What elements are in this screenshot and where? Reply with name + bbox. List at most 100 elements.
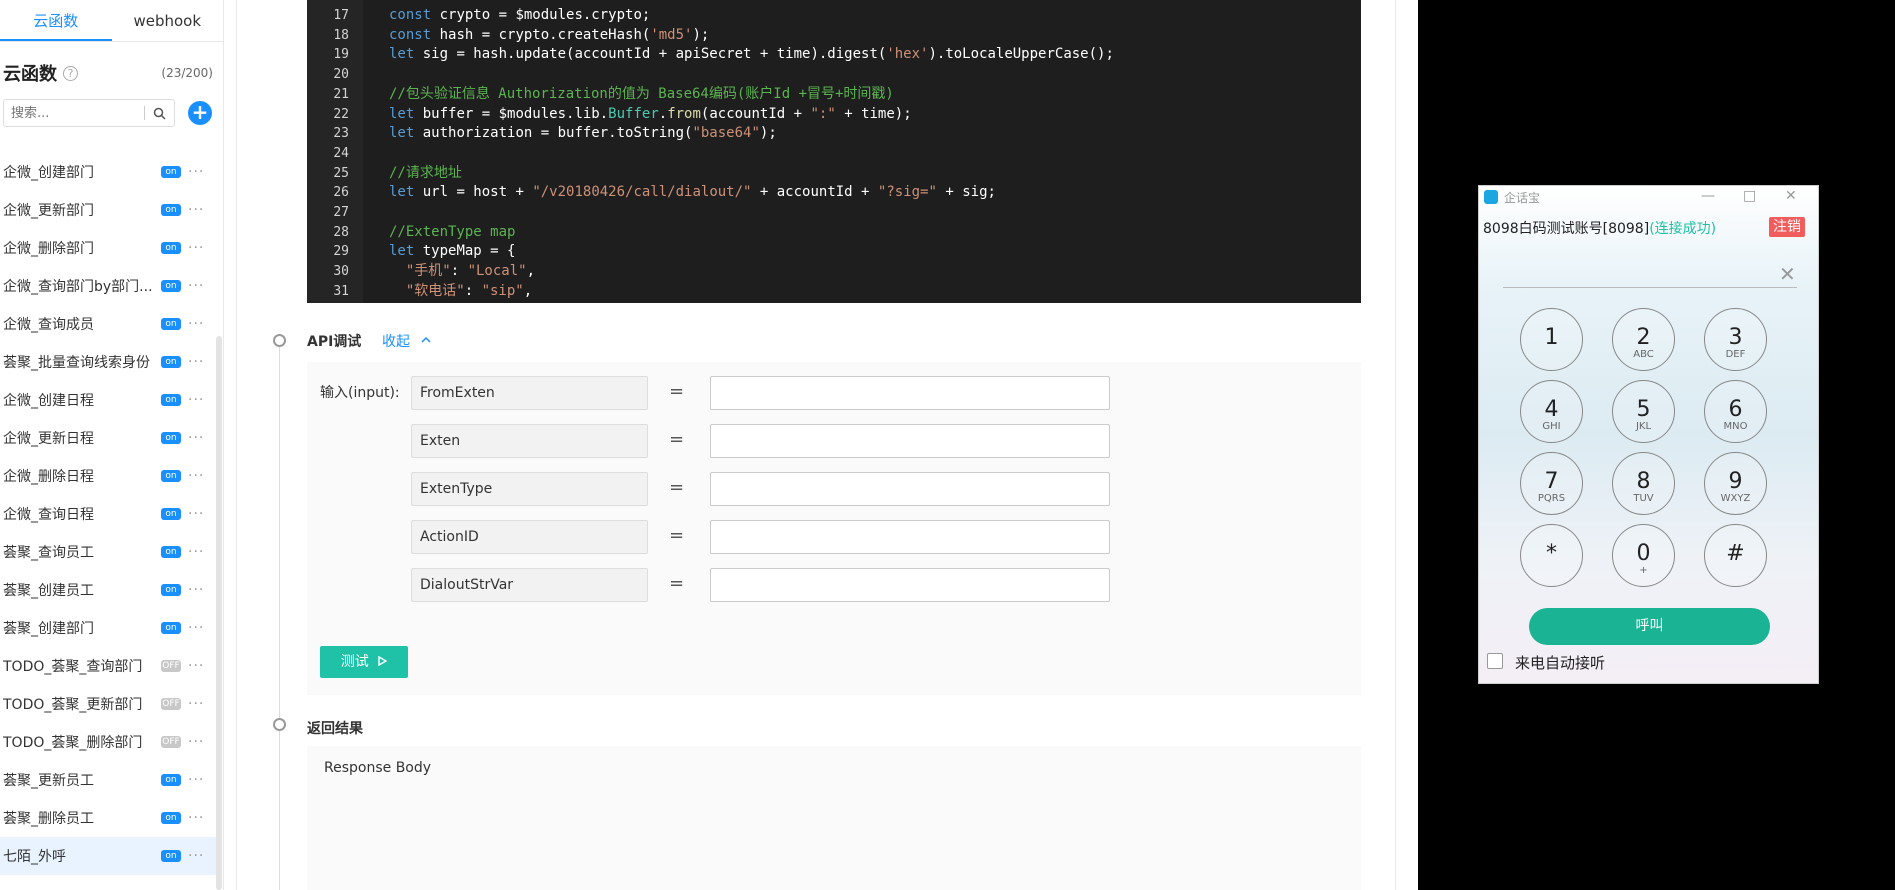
key-digit: 2 — [1636, 325, 1651, 350]
more-icon[interactable]: ··· — [188, 506, 204, 522]
help-icon[interactable]: ? — [63, 65, 78, 81]
more-icon[interactable]: ··· — [188, 734, 204, 750]
code-text: //ExtenType map — [389, 223, 516, 240]
list-item[interactable]: 荟聚_更新员工 on ··· — [0, 761, 216, 799]
close-icon[interactable]: ✕ — [1785, 188, 1797, 204]
list-item[interactable]: 七陌_外呼 on ··· — [0, 837, 216, 875]
list-item[interactable]: 荟聚_批量查询线索身份 on ··· — [0, 343, 216, 381]
list-item[interactable]: 荟聚_删除员工 on ··· — [0, 799, 216, 837]
list-item[interactable]: 企微_更新部门 on ··· — [0, 191, 216, 229]
list-item-label: 企微_创建日程 — [3, 393, 94, 409]
param-value-input[interactable] — [710, 472, 1110, 506]
more-icon[interactable]: ··· — [188, 582, 204, 598]
list-item[interactable]: TODO_荟聚_更新部门 OFF ··· — [0, 685, 216, 723]
more-icon[interactable]: ··· — [188, 240, 204, 256]
param-value-input[interactable] — [710, 376, 1110, 410]
list-item[interactable]: 企微_删除日程 on ··· — [0, 457, 216, 495]
key-5[interactable]: 5 JKL — [1612, 380, 1675, 443]
param-value-input[interactable] — [710, 568, 1110, 602]
more-icon[interactable]: ··· — [188, 354, 204, 370]
status-badge[interactable]: on — [161, 470, 181, 482]
maximize-icon[interactable]: □ — [1743, 188, 1756, 204]
status-badge[interactable]: on — [161, 242, 181, 254]
more-icon[interactable]: ··· — [188, 164, 204, 180]
test-button[interactable]: 测试 — [320, 646, 408, 678]
key-star[interactable]: * — [1520, 524, 1583, 587]
param-value-input[interactable] — [710, 520, 1110, 554]
key-1[interactable]: 1 — [1520, 308, 1583, 371]
key-2[interactable]: 2 ABC — [1612, 308, 1675, 371]
logout-button[interactable]: 注销 — [1769, 217, 1805, 237]
list-item[interactable]: 企微_查询部门by部门... on ··· — [0, 267, 216, 305]
status-badge[interactable]: OFF — [161, 698, 181, 710]
more-icon[interactable]: ··· — [188, 468, 204, 484]
key-6[interactable]: 6 MNO — [1704, 380, 1767, 443]
list-item[interactable]: 荟聚_创建员工 on ··· — [0, 571, 216, 609]
status-badge[interactable]: on — [161, 394, 181, 406]
clear-icon[interactable]: ✕ — [1779, 262, 1796, 286]
key-0[interactable]: 0 + — [1612, 524, 1675, 587]
status-badge[interactable]: on — [161, 546, 181, 558]
list-item[interactable]: 企微_更新日程 on ··· — [0, 419, 216, 457]
status-badge[interactable]: on — [161, 280, 181, 292]
more-icon[interactable]: ··· — [188, 278, 204, 294]
more-icon[interactable]: ··· — [188, 696, 204, 712]
list-item[interactable]: TODO_荟聚_查询部门 OFF ··· — [0, 647, 216, 685]
list-item-label: 企微_删除部门 — [3, 241, 94, 257]
search-icon[interactable] — [145, 100, 173, 126]
key-hash[interactable]: # — [1704, 524, 1767, 587]
list-item-label: 荟聚_更新员工 — [3, 773, 94, 789]
status-badge[interactable]: on — [161, 166, 181, 178]
key-8[interactable]: 8 TUV — [1612, 452, 1675, 515]
more-icon[interactable]: ··· — [188, 772, 204, 788]
list-item[interactable]: 荟聚_查询员工 on ··· — [0, 533, 216, 571]
dial-display[interactable] — [1503, 287, 1797, 288]
code-editor[interactable]: 17 const crypto = $modules.crypto; 18 const… — [307, 0, 1361, 303]
code-line: 28 //ExtenType map — [307, 223, 1361, 242]
more-icon[interactable]: ··· — [188, 620, 204, 636]
more-icon[interactable]: ··· — [188, 810, 204, 826]
status-badge[interactable]: on — [161, 774, 181, 786]
more-icon[interactable]: ··· — [188, 544, 204, 560]
list-item[interactable]: 企微_创建部门 on ··· — [0, 153, 216, 191]
status-badge[interactable]: on — [161, 812, 181, 824]
more-icon[interactable]: ··· — [188, 392, 204, 408]
minimize-icon[interactable]: — — [1701, 188, 1715, 204]
status-badge[interactable]: on — [161, 850, 181, 862]
list-item[interactable]: 企微_查询日程 on ··· — [0, 495, 216, 533]
list-item[interactable]: 企微_查询成员 on ··· — [0, 305, 216, 343]
param-value-input[interactable] — [710, 424, 1110, 458]
collapse-link[interactable]: 收起 — [382, 331, 432, 351]
tab-webhook[interactable]: webhook — [112, 0, 224, 41]
status-badge[interactable]: on — [161, 508, 181, 520]
key-9[interactable]: 9 WXYZ — [1704, 452, 1767, 515]
auto-answer-checkbox[interactable] — [1487, 653, 1503, 669]
list-item[interactable]: TODO_荟聚_删除部门 OFF ··· — [0, 723, 216, 761]
app-icon — [1484, 190, 1498, 204]
key-7[interactable]: 7 PQRS — [1520, 452, 1583, 515]
more-icon[interactable]: ··· — [188, 658, 204, 674]
status-badge[interactable]: on — [161, 356, 181, 368]
key-4[interactable]: 4 GHI — [1520, 380, 1583, 443]
more-icon[interactable]: ··· — [188, 430, 204, 446]
more-icon[interactable]: ··· — [188, 848, 204, 864]
code-text: //包头验证信息 Authorization的值为 Base64编码(账户Id … — [389, 85, 894, 102]
key-3[interactable]: 3 DEF — [1704, 308, 1767, 371]
status-badge[interactable]: on — [161, 622, 181, 634]
sidebar-scrollbar[interactable] — [216, 336, 222, 890]
more-icon[interactable]: ··· — [188, 316, 204, 332]
list-item[interactable]: 企微_创建日程 on ··· — [0, 381, 216, 419]
add-function-button[interactable]: + — [188, 101, 212, 125]
call-button[interactable]: 呼叫 — [1529, 608, 1770, 645]
list-item[interactable]: 荟聚_创建部门 on ··· — [0, 609, 216, 647]
status-badge[interactable]: on — [161, 318, 181, 330]
status-badge[interactable]: on — [161, 204, 181, 216]
search-input[interactable] — [4, 100, 144, 126]
status-badge[interactable]: OFF — [161, 660, 181, 672]
status-badge[interactable]: on — [161, 432, 181, 444]
tab-cloud-functions[interactable]: 云函数 — [0, 0, 112, 41]
list-item[interactable]: 企微_删除部门 on ··· — [0, 229, 216, 267]
more-icon[interactable]: ··· — [188, 202, 204, 218]
status-badge[interactable]: on — [161, 584, 181, 596]
status-badge[interactable]: OFF — [161, 736, 181, 748]
